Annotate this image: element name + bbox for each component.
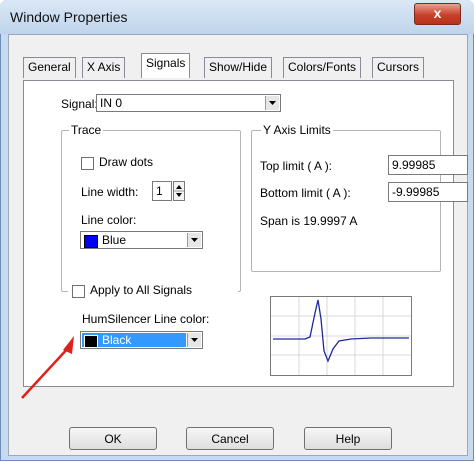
annotation-arrow xyxy=(21,336,74,399)
tab-signals[interactable]: Signals xyxy=(141,53,191,78)
